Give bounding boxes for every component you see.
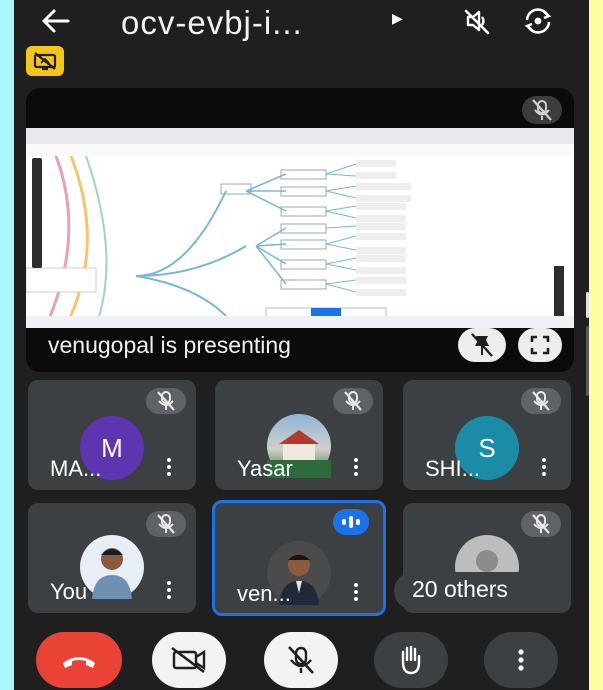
screen-share-off-icon [33,52,57,71]
mic-off-icon [532,391,550,411]
participant-mic-status [521,388,561,414]
mic-off-icon [157,391,175,411]
participant-tile[interactable]: M MA... [28,380,196,490]
scroll-track [586,326,589,396]
top-bar: ocv-evbj-i... ▶ [14,0,589,44]
presenting-label: venugopal is presenting [48,332,291,358]
raise-hand-button[interactable] [374,632,448,688]
participant-mic-status [333,388,373,414]
fullscreen-icon [530,335,550,355]
screen-share-badge[interactable] [26,46,64,76]
mic-off-icon [532,99,552,121]
participant-name: Yasar [237,456,293,481]
others-count-label: 20 others [412,576,508,602]
more-options-button[interactable] [484,632,558,688]
end-call-icon [63,657,95,668]
mind-map-canvas [26,155,574,327]
more-vert-icon[interactable] [166,458,172,476]
participant-tile[interactable]: S SHI... [403,380,571,490]
end-call-button[interactable] [36,632,122,688]
mic-toggle-button[interactable] [264,632,338,688]
shared-browser-tabs [26,128,574,144]
others-count-badge[interactable]: 20 others [394,572,564,610]
more-vert-icon[interactable] [353,458,359,476]
speaking-indicator-icon [333,509,369,535]
mic-off-icon [344,391,362,411]
unpin-button[interactable] [458,328,506,362]
arrow-back-icon[interactable] [40,8,70,34]
shared-screen [26,128,574,328]
presentation-tile[interactable]: venugopal is presenting [26,88,574,372]
participant-tile[interactable]: Yasar [215,380,383,490]
more-vert-icon[interactable] [353,583,359,601]
more-vert-icon [518,649,524,671]
scroll-indicator[interactable] [586,292,589,318]
more-vert-icon[interactable] [166,581,172,599]
shared-toolbar-strip [32,158,42,268]
meet-app: ocv-evbj-i... ▶ venugopal is presenting … [14,0,589,690]
participant-mic-status [146,388,186,414]
participant-name: You [50,579,88,604]
participant-mic-status [521,511,561,537]
participant-name: SHI... [425,456,481,481]
fullscreen-button[interactable] [518,328,562,362]
participant-name: MA... [50,456,102,481]
caret-right-icon[interactable]: ▶ [392,10,403,27]
presenter-mic-status [522,96,562,124]
participant-name: ven... [237,581,291,606]
more-vert-icon[interactable] [541,458,547,476]
avatar [80,535,144,599]
meeting-code-title[interactable]: ocv-evbj-i... [121,4,303,42]
pin-off-icon [471,333,493,357]
participant-tile[interactable]: You [28,503,196,613]
raise-hand-icon [401,645,421,675]
camera-toggle-button[interactable] [152,632,226,688]
mic-off-icon [157,514,175,534]
mic-off-icon [288,646,314,674]
speaker-muted-icon[interactable] [462,6,492,36]
shared-taskbar [26,316,574,328]
mind-map-graphic [26,155,564,327]
mic-off-icon [532,514,550,534]
camera-off-icon [171,646,206,674]
switch-camera-icon[interactable] [522,6,554,36]
profile-photo [92,548,132,599]
active-speaker-tile[interactable]: ven... [212,500,386,616]
participant-mic-status [146,511,186,537]
